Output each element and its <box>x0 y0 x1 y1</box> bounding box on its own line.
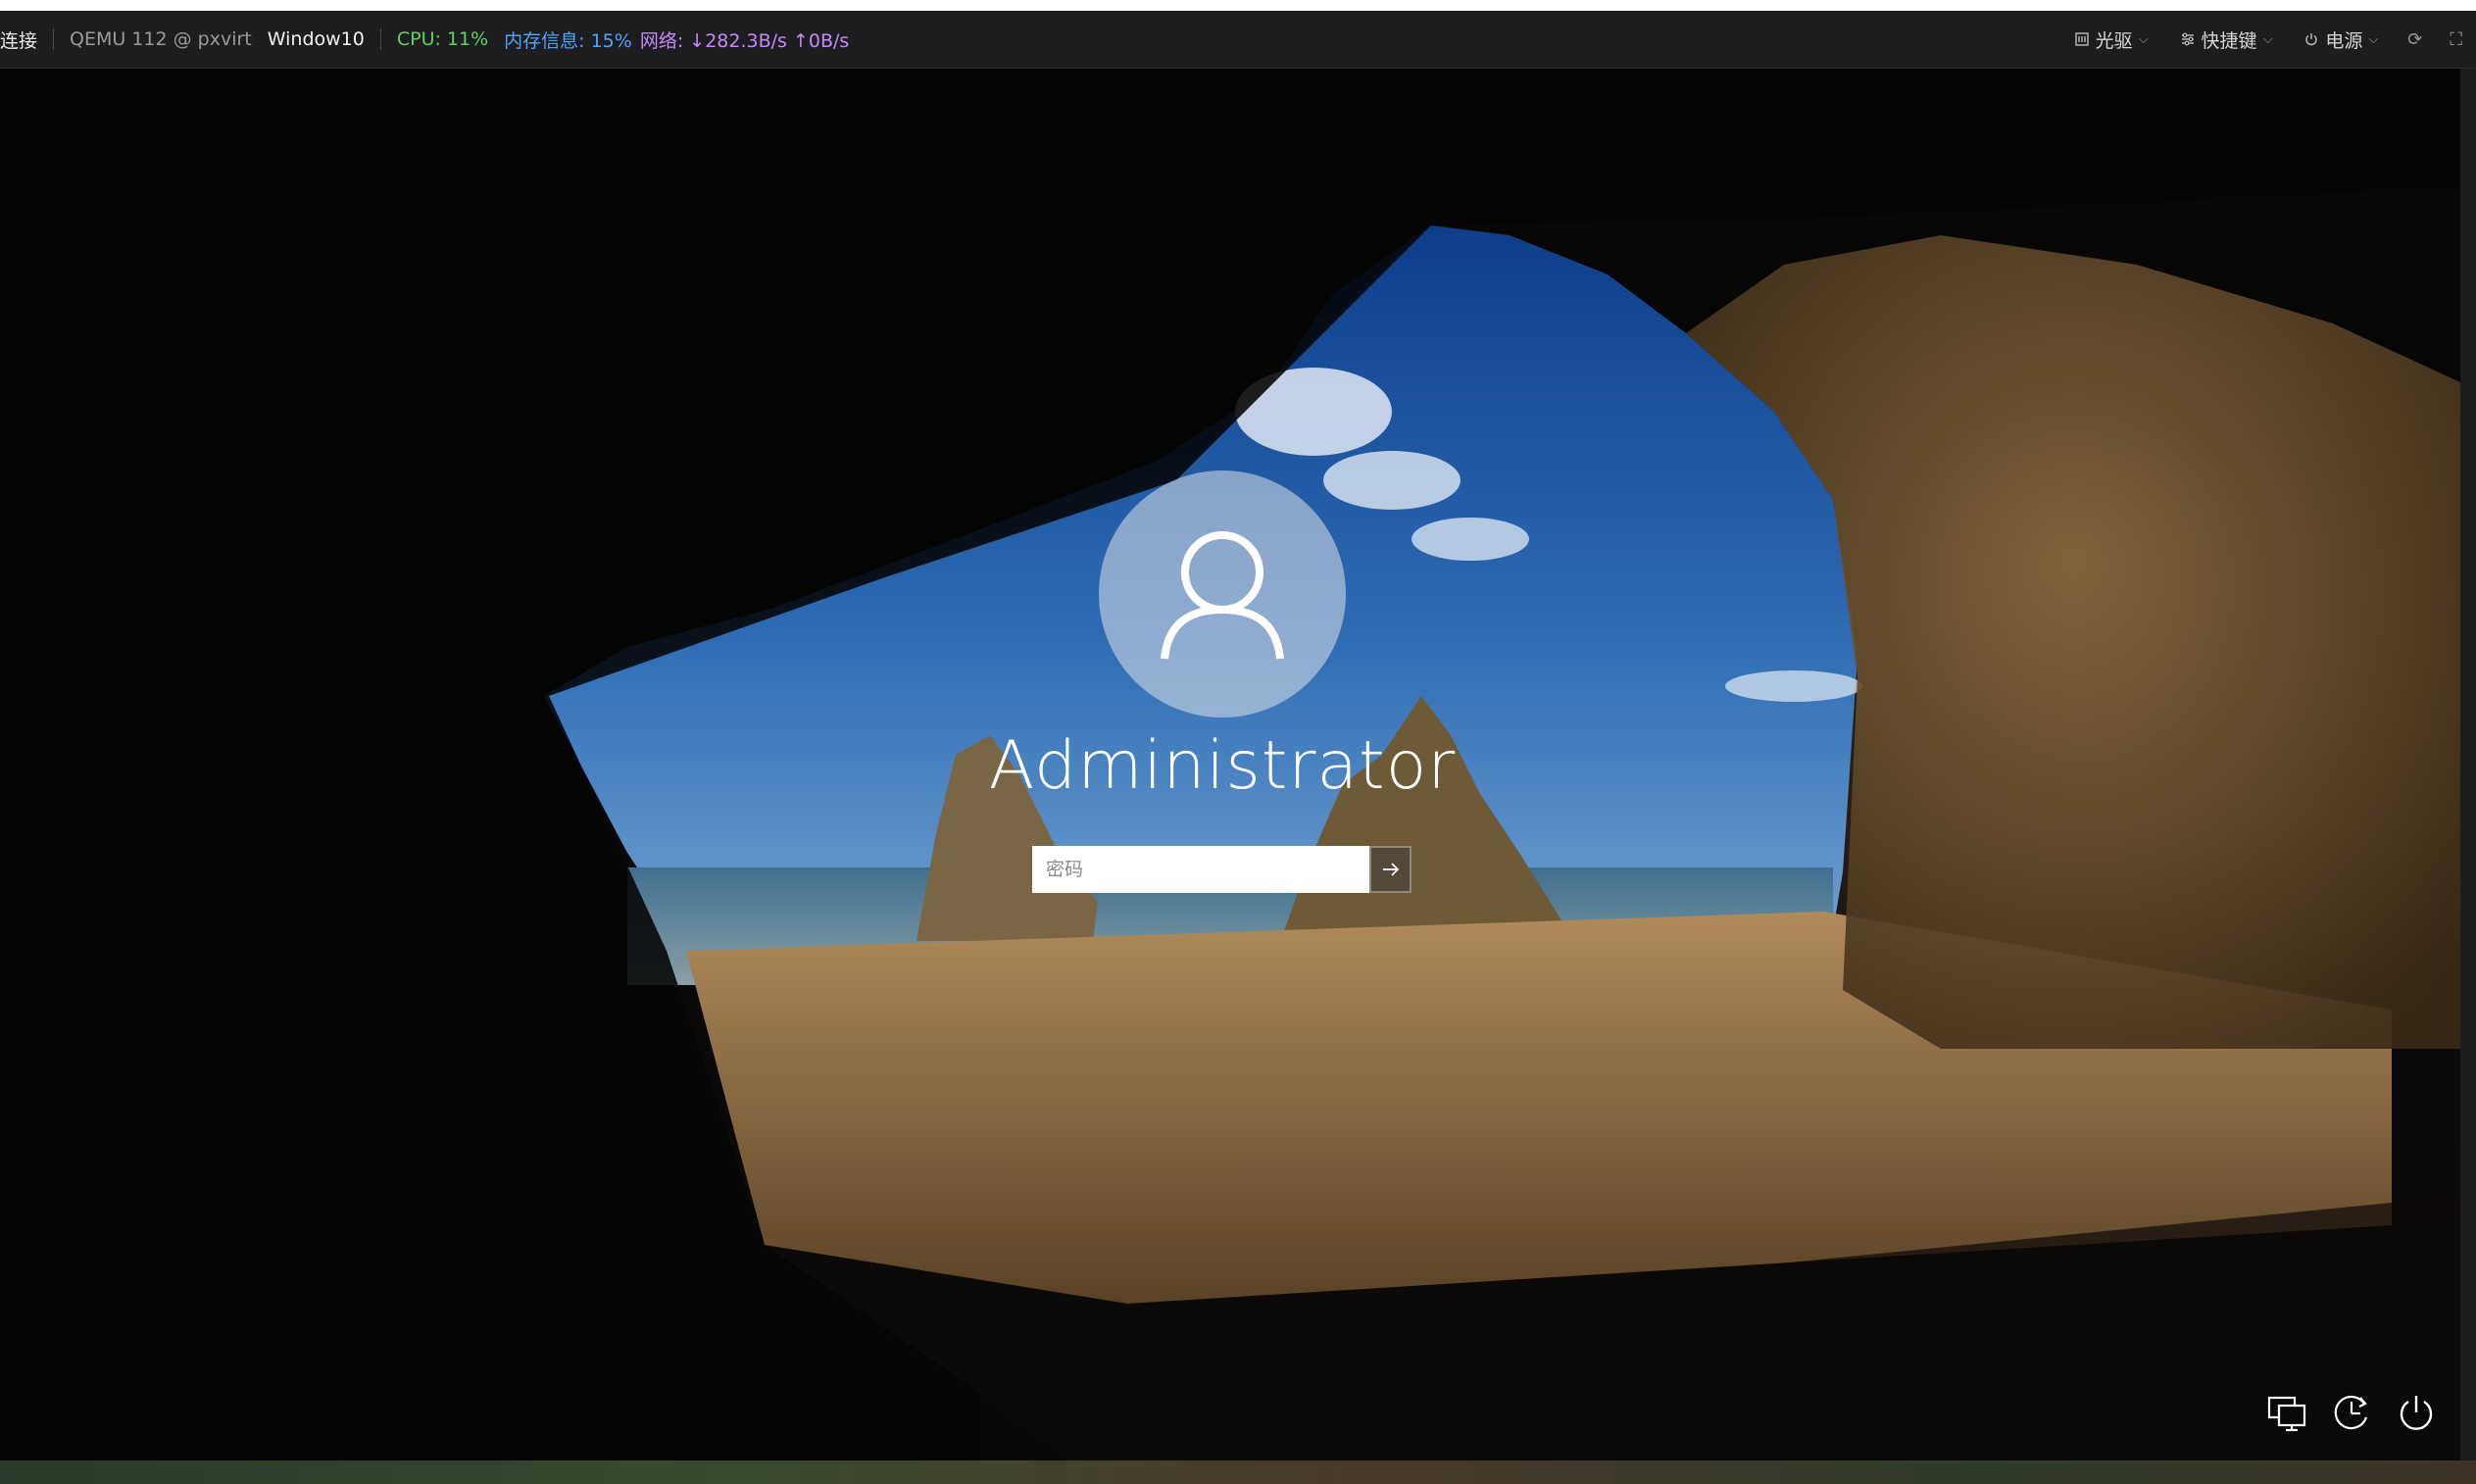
refresh-icon[interactable]: ⟳ <box>2394 29 2436 50</box>
power-icon[interactable] <box>2396 1392 2437 1433</box>
fullscreen-icon[interactable]: ⛶ <box>2436 29 2476 50</box>
chevron-down-icon: ⌵ <box>2368 31 2379 47</box>
user-avatar <box>1099 470 1346 717</box>
cpu-usage: CPU: 11% <box>396 28 489 50</box>
power-menu[interactable]: 电源 ⌵ <box>2288 26 2394 53</box>
login-panel: Administrator <box>0 69 2460 1460</box>
shortcuts-label: 快捷键 <box>2201 29 2257 52</box>
username-label: Administrator <box>988 727 1457 805</box>
cdrom-label: 光驱 <box>2095 29 2133 52</box>
host-label: QEMU 112 @ pxvirt <box>70 28 252 50</box>
connect-button[interactable]: 连接 <box>0 26 53 53</box>
host-desktop-strip <box>0 1460 2476 1484</box>
network-usage: 网络: ↓282.3B/s ↑0B/s <box>639 29 850 52</box>
power-icon <box>2305 33 2318 46</box>
chevron-down-icon: ⌵ <box>2262 31 2273 47</box>
cdrom-menu[interactable]: 光驱 ⌵ <box>2058 26 2164 53</box>
vm-console-toolbar: 连接 QEMU 112 @ pxvirt Window10 CPU: 11% 内… <box>0 11 2476 69</box>
power-label: 电源 <box>2325 29 2363 52</box>
scrollbar-track <box>2460 69 2476 1460</box>
network-icon[interactable] <box>2266 1392 2307 1433</box>
vm-screen[interactable]: Administrator <box>0 69 2460 1460</box>
sliders-icon <box>2181 32 2194 46</box>
chevron-down-icon: ⌵ <box>2138 31 2149 47</box>
vm-name: Window10 <box>267 28 365 50</box>
lock-screen-actions <box>2266 1392 2437 1433</box>
password-input[interactable] <box>1032 846 1369 893</box>
top-strip <box>0 0 2476 11</box>
ease-of-access-icon[interactable] <box>2331 1392 2372 1433</box>
user-icon <box>1161 531 1284 660</box>
password-box <box>1032 846 1411 893</box>
memory-usage: 内存信息: 15% <box>504 29 632 52</box>
arrow-right-icon <box>1382 863 1399 876</box>
submit-button[interactable] <box>1369 846 1411 893</box>
cdrom-icon <box>2074 32 2089 46</box>
shortcuts-menu[interactable]: 快捷键 ⌵ <box>2164 26 2289 53</box>
